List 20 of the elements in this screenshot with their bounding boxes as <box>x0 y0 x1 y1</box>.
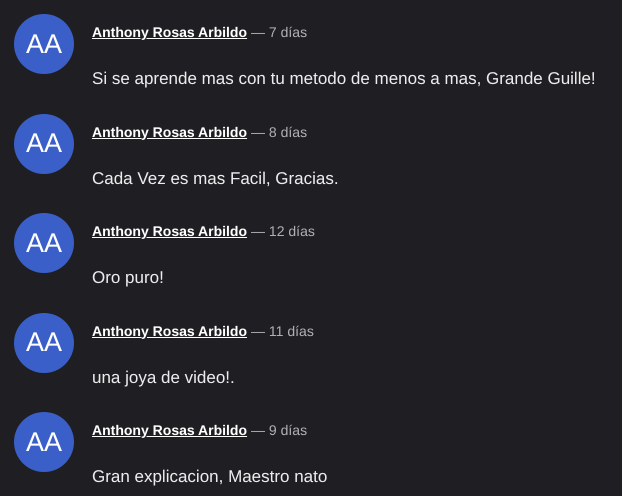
comment-text: Cada Vez es mas Facil, Gracias. <box>92 168 339 190</box>
avatar: AA <box>14 14 74 74</box>
avatar: AA <box>14 412 74 472</box>
comment-time: — 9 días <box>251 421 308 440</box>
comment-text: una joya de video!. <box>92 366 236 388</box>
author-link[interactable]: Anthony Rosas Arbildo <box>92 420 248 441</box>
avatar: AA <box>14 213 74 273</box>
comment-time: — 12 días <box>251 222 315 241</box>
comment-text: Oro puro! <box>92 267 165 289</box>
comment-time: — 11 días <box>251 322 314 340</box>
comment-text: Gran explicacion, Maestro nato <box>92 466 328 488</box>
author-link[interactable]: Anthony Rosas Arbildo <box>92 320 248 342</box>
avatar: AA <box>14 114 74 174</box>
comment-time: — 8 días <box>251 122 308 142</box>
author-link[interactable]: Anthony Rosas Arbildo <box>92 122 248 142</box>
avatar: AA <box>14 312 74 372</box>
comment-text: Si se aprende mas con tu metodo de menos a mas, Grande Guille! <box>92 68 596 90</box>
comment-time: — 7 días <box>251 23 308 42</box>
author-link[interactable]: Anthony Rosas Arbildo <box>92 221 248 242</box>
author-link[interactable]: Anthony Rosas Arbildo <box>92 22 248 43</box>
